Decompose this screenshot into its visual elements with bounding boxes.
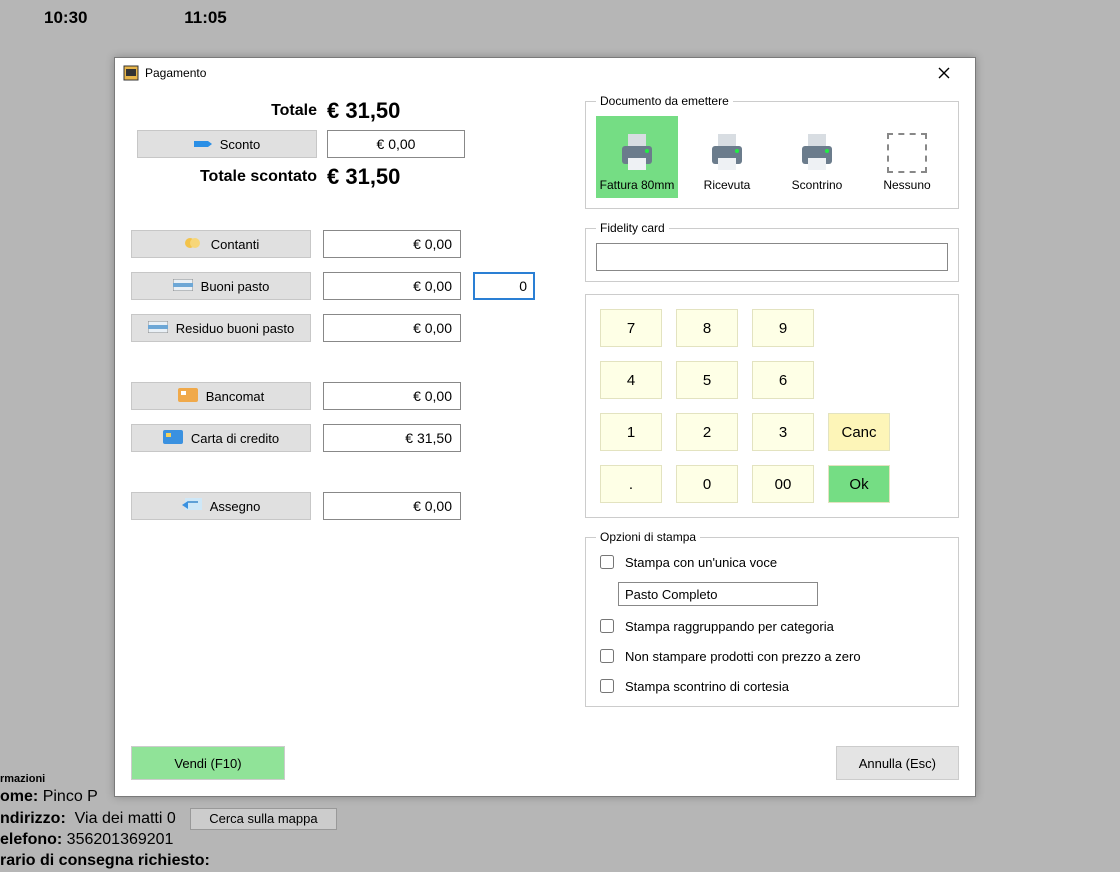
pay-buoni-button[interactable]: Buoni pasto	[131, 272, 311, 300]
pay-bancomat-label: Bancomat	[206, 389, 265, 404]
pay-carta-button[interactable]: Carta di credito	[131, 424, 311, 452]
pay-contanti-input[interactable]	[323, 230, 461, 258]
doc-nessuno-label: Nessuno	[883, 178, 930, 192]
keypad-4-button[interactable]: 4	[600, 361, 662, 399]
pay-assegno-label: Assegno	[210, 499, 261, 514]
totals-table: Totale € 31,50 Sconto € 0,00	[131, 94, 561, 194]
printer-icon	[796, 132, 838, 174]
payment-modal: Pagamento Totale € 31,50	[114, 57, 976, 797]
pay-assegno-input[interactable]	[323, 492, 461, 520]
vendi-button[interactable]: Vendi (F10)	[131, 746, 285, 780]
contanti-icon	[183, 235, 203, 254]
total-value: € 31,50	[323, 96, 559, 126]
keypad-ok-button[interactable]: Ok	[828, 465, 890, 503]
pay-bancomat-input[interactable]	[323, 382, 461, 410]
tag-icon	[194, 138, 212, 150]
pay-carta-label: Carta di credito	[191, 431, 279, 446]
print-no-zero-checkbox[interactable]: Non stampare prodotti con prezzo a zero	[596, 646, 948, 666]
pay-carta-input[interactable]	[323, 424, 461, 452]
numeric-keypad: 789456123Canc.000Ok	[585, 294, 959, 518]
keypad-9-button[interactable]: 9	[752, 309, 814, 347]
keypad-3-button[interactable]: 3	[752, 413, 814, 451]
discount-button[interactable]: Sconto	[137, 130, 317, 158]
print-cortesia-checkbox[interactable]: Stampa scontrino di cortesia	[596, 676, 948, 696]
doc-scontrino-option[interactable]: Scontrino	[776, 116, 858, 198]
pay-buoni-input[interactable]	[323, 272, 461, 300]
pay-bancomat-button[interactable]: Bancomat	[131, 382, 311, 410]
keypad-2-button[interactable]: 2	[676, 413, 738, 451]
keypad-1-button[interactable]: 1	[600, 413, 662, 451]
printer-icon	[616, 132, 658, 174]
map-button[interactable]: Cerca sulla mappa	[190, 808, 336, 831]
keypad-dot-button[interactable]: .	[600, 465, 662, 503]
close-button[interactable]	[927, 59, 967, 87]
modal-titlebar: Pagamento	[115, 58, 975, 88]
pay-contanti-button[interactable]: Contanti	[131, 230, 311, 258]
doc-fattura-option[interactable]: Fattura 80mm	[596, 116, 678, 198]
pay-residuo-input[interactable]	[323, 314, 461, 342]
pay-contanti-label: Contanti	[211, 237, 259, 252]
background-times: 10:30 11:05	[44, 8, 319, 28]
doc-ricevuta-label: Ricevuta	[704, 178, 751, 192]
bancomat-icon	[178, 388, 198, 405]
fidelity-group: Fidelity card	[585, 221, 959, 282]
keypad-7-button[interactable]: 7	[600, 309, 662, 347]
print-group-category-checkbox[interactable]: Stampa raggruppando per categoria	[596, 616, 948, 636]
unica-voce-text[interactable]	[618, 582, 818, 606]
doc-nessuno-option[interactable]: Nessuno	[866, 116, 948, 198]
none-icon	[886, 132, 928, 174]
keypad-0-button[interactable]: 0	[676, 465, 738, 503]
discounted-total-label: Totale scontato	[133, 162, 321, 192]
annulla-button[interactable]: Annulla (Esc)	[836, 746, 959, 780]
fidelity-legend: Fidelity card	[596, 221, 669, 235]
close-icon	[938, 67, 950, 79]
print-legend: Opzioni di stampa	[596, 530, 700, 544]
discounted-total-value: € 31,50	[323, 162, 559, 192]
total-label: Totale	[133, 96, 321, 126]
print-options-group: Opzioni di stampa Stampa con un'unica vo…	[585, 530, 959, 707]
pay-buoni-qty-input[interactable]	[473, 272, 535, 300]
doc-ricevuta-option[interactable]: Ricevuta	[686, 116, 768, 198]
discount-label: Sconto	[220, 137, 260, 152]
keypad-00-button[interactable]: 00	[752, 465, 814, 503]
carta-icon	[163, 430, 183, 447]
pay-residuo-button[interactable]: Residuo buoni pasto	[131, 314, 311, 342]
print-unica-voce-checkbox[interactable]: Stampa con un'unica voce	[596, 552, 948, 572]
keypad-8-button[interactable]: 8	[676, 309, 738, 347]
keypad-canc-button[interactable]: Canc	[828, 413, 890, 451]
pay-buoni-label: Buoni pasto	[201, 279, 270, 294]
printer-icon	[706, 132, 748, 174]
document-group: Documento da emettere Fattura 80mm Ricevu…	[585, 94, 959, 209]
modal-title-text: Pagamento	[145, 66, 206, 80]
doc-scontrino-label: Scontrino	[792, 178, 843, 192]
residuo-icon	[148, 321, 168, 336]
buoni-icon	[173, 279, 193, 294]
discount-value: € 0,00	[327, 130, 465, 158]
pay-residuo-label: Residuo buoni pasto	[176, 321, 295, 336]
window-icon	[123, 65, 139, 81]
keypad-6-button[interactable]: 6	[752, 361, 814, 399]
document-legend: Documento da emettere	[596, 94, 733, 108]
pay-assegno-button[interactable]: Assegno	[131, 492, 311, 520]
fidelity-input[interactable]	[596, 243, 948, 271]
assegno-icon	[182, 498, 202, 515]
payment-methods-list: Contanti Buoni pasto Residuo buoni pasto Ba…	[131, 230, 561, 520]
keypad-5-button[interactable]: 5	[676, 361, 738, 399]
doc-fattura-label: Fattura 80mm	[600, 178, 675, 192]
